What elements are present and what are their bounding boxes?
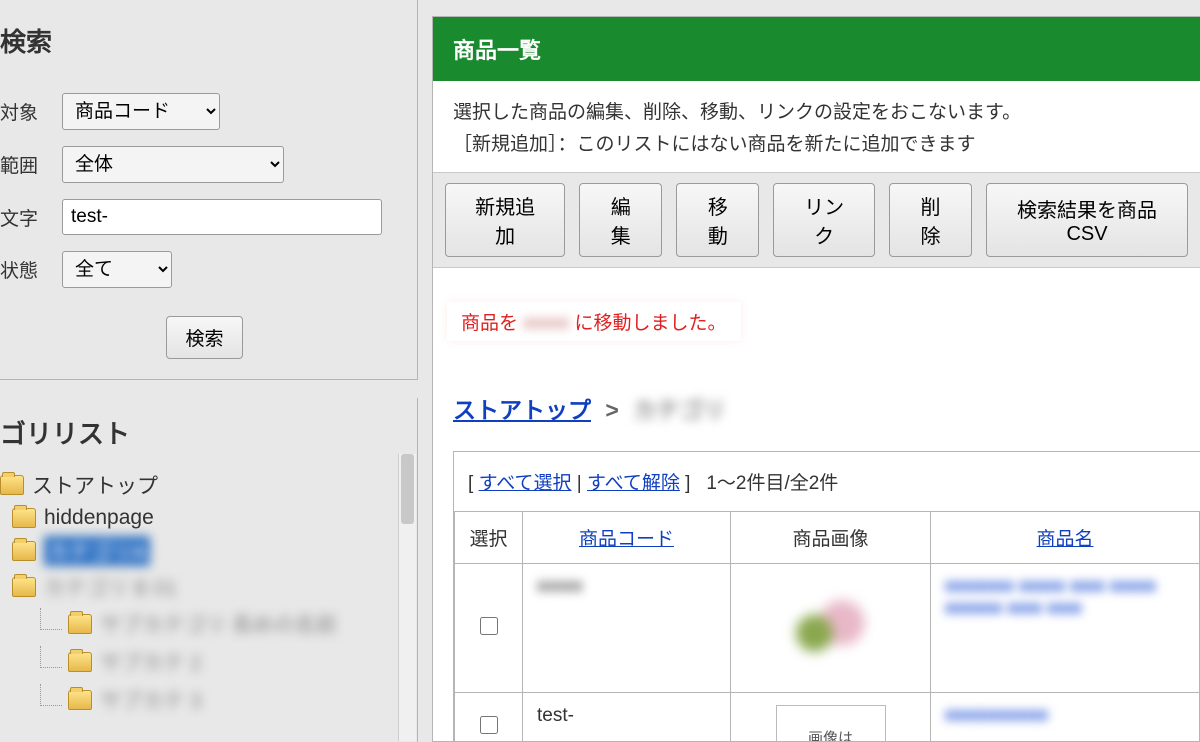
cell-name: ■■■■■■ ■■■■ ■■■ ■■■■ ■■■■■ ■■■ ■■■ bbox=[945, 576, 1156, 619]
add-button[interactable]: 新規追加 bbox=[445, 183, 565, 257]
label-text: 文字 bbox=[0, 204, 62, 231]
move-button[interactable]: 移動 bbox=[676, 183, 759, 257]
table-row: test- 画像は ■■■■■■■■■ bbox=[455, 692, 1200, 742]
range-text: 1～2件目/全2件 bbox=[706, 473, 838, 494]
notice-prefix: 商品を bbox=[461, 313, 518, 334]
desc-line-2: ［新規追加］：このリストにはない商品を新たに追加できます bbox=[453, 129, 1180, 161]
select-state[interactable]: 全て bbox=[62, 251, 172, 288]
select-target[interactable]: 商品コード bbox=[62, 93, 220, 130]
folder-icon bbox=[68, 614, 92, 634]
deselect-all-link[interactable]: すべて解除 bbox=[587, 473, 680, 494]
tree-guide bbox=[40, 684, 62, 706]
tree-item[interactable]: サブカテゴリ 長めの名前 bbox=[46, 605, 417, 643]
table-row: ■■■■ ■■■■■■ ■■■■ ■■■ ■■■■ ■■■■■ ■■■ ■■■ bbox=[455, 563, 1200, 692]
page-title: 商品一覧 bbox=[433, 17, 1200, 81]
row-checkbox[interactable] bbox=[480, 716, 498, 734]
row-checkbox[interactable] bbox=[480, 617, 498, 635]
list-controls: [ すべて選択 | すべて解除 ] 1～2件目/全2件 bbox=[454, 452, 1200, 511]
row-state: 状態 全て bbox=[0, 251, 409, 288]
row-range: 範囲 全体 bbox=[0, 146, 409, 183]
folder-icon bbox=[68, 690, 92, 710]
tree-label: サブカテゴリ 長めの名前 bbox=[100, 609, 337, 639]
th-image: 商品画像 bbox=[731, 511, 931, 563]
label-state: 状態 bbox=[0, 256, 62, 283]
tree-label: ストアトップ bbox=[32, 470, 158, 500]
breadcrumb-sep: > bbox=[605, 397, 618, 423]
product-list: [ すべて選択 | すべて解除 ] 1～2件目/全2件 選択 商品コード 商品画… bbox=[453, 451, 1200, 742]
product-table: 選択 商品コード 商品画像 商品名 ■■■■ ■■■■■■ ■■■■ ■■■ ■■… bbox=[454, 511, 1200, 742]
tree-label: サブカテ 2 bbox=[100, 647, 202, 677]
folder-icon bbox=[12, 541, 36, 561]
cell-code: ■■■■ bbox=[537, 576, 583, 597]
search-button[interactable]: 検索 bbox=[166, 316, 242, 359]
label-range: 範囲 bbox=[0, 151, 62, 178]
search-panel: 検索 対象 商品コード 範囲 全体 文字 状態 全て bbox=[0, 0, 418, 380]
th-code-sort[interactable]: 商品コード bbox=[579, 529, 674, 550]
folder-icon bbox=[12, 577, 36, 597]
category-panel: ゴリリスト ストアトップ hiddenpage カテゴリA カテゴリ B 01 サブカテ… bbox=[0, 398, 418, 742]
cell-name: ■■■■■■■■■ bbox=[945, 705, 1048, 726]
breadcrumb: ストアトップ > カテゴリ bbox=[433, 341, 1200, 425]
row-text: 文字 bbox=[0, 199, 409, 235]
scrollbar[interactable] bbox=[398, 454, 416, 741]
tree-label: サブカテ 3 bbox=[100, 685, 202, 715]
tree-label: カテゴリ B 01 bbox=[44, 572, 177, 602]
category-title: ゴリリスト bbox=[0, 398, 417, 463]
notice-suffix: に移動しました。 bbox=[574, 313, 726, 334]
cell-code: test- bbox=[537, 705, 574, 726]
input-search-text[interactable] bbox=[62, 199, 382, 235]
tree-item[interactable]: サブカテ 2 bbox=[46, 643, 417, 681]
tree-label: カテゴリA bbox=[44, 536, 150, 566]
th-select: 選択 bbox=[455, 511, 523, 563]
tree-item[interactable]: ストアトップ bbox=[0, 467, 417, 503]
tree-item[interactable]: カテゴリA bbox=[12, 533, 417, 569]
no-image-placeholder: 画像は bbox=[776, 705, 886, 742]
delete-button[interactable]: 削除 bbox=[889, 183, 972, 257]
notice-target: ■■■■ bbox=[523, 313, 569, 334]
toolbar: 新規追加 編集 移動 リンク 削除 検索結果を商品CSV bbox=[433, 172, 1200, 268]
label-target: 対象 bbox=[0, 98, 62, 125]
search-title: 検索 bbox=[0, 0, 409, 77]
breadcrumb-current: カテゴリ bbox=[633, 397, 725, 423]
desc-line-1: 選択した商品の編集、削除、移動、リンクの設定をおこないます。 bbox=[453, 97, 1180, 129]
row-target: 対象 商品コード bbox=[0, 93, 409, 130]
right-panel: 商品一覧 選択した商品の編集、削除、移動、リンクの設定をおこないます。 ［新規追… bbox=[432, 16, 1200, 742]
csv-button[interactable]: 検索結果を商品CSV bbox=[986, 183, 1188, 257]
left-panel: 検索 対象 商品コード 範囲 全体 文字 状態 全て bbox=[0, 0, 418, 742]
status-notice: 商品を ■■■■ に移動しました。 bbox=[447, 302, 741, 341]
folder-icon bbox=[12, 508, 36, 528]
select-all-link[interactable]: すべて選択 bbox=[479, 473, 572, 494]
select-range[interactable]: 全体 bbox=[62, 146, 284, 183]
breadcrumb-root[interactable]: ストアトップ bbox=[453, 397, 591, 423]
page-description: 選択した商品の編集、削除、移動、リンクの設定をおこないます。 ［新規追加］：この… bbox=[433, 81, 1200, 172]
product-thumbnail bbox=[776, 576, 886, 680]
tree-guide bbox=[40, 646, 62, 668]
th-name-sort[interactable]: 商品名 bbox=[1036, 529, 1093, 550]
edit-button[interactable]: 編集 bbox=[579, 183, 662, 257]
tree-label: hiddenpage bbox=[44, 506, 154, 530]
folder-icon bbox=[68, 652, 92, 672]
category-tree: ストアトップ hiddenpage カテゴリA カテゴリ B 01 サブカテゴリ 長めの… bbox=[0, 463, 417, 719]
tree-item[interactable]: カテゴリ B 01 bbox=[12, 569, 417, 605]
tree-item[interactable]: hiddenpage bbox=[12, 503, 417, 533]
link-button[interactable]: リンク bbox=[773, 183, 875, 257]
folder-icon bbox=[0, 475, 24, 495]
tree-item[interactable]: サブカテ 3 bbox=[46, 681, 417, 719]
tree-guide bbox=[40, 608, 62, 630]
